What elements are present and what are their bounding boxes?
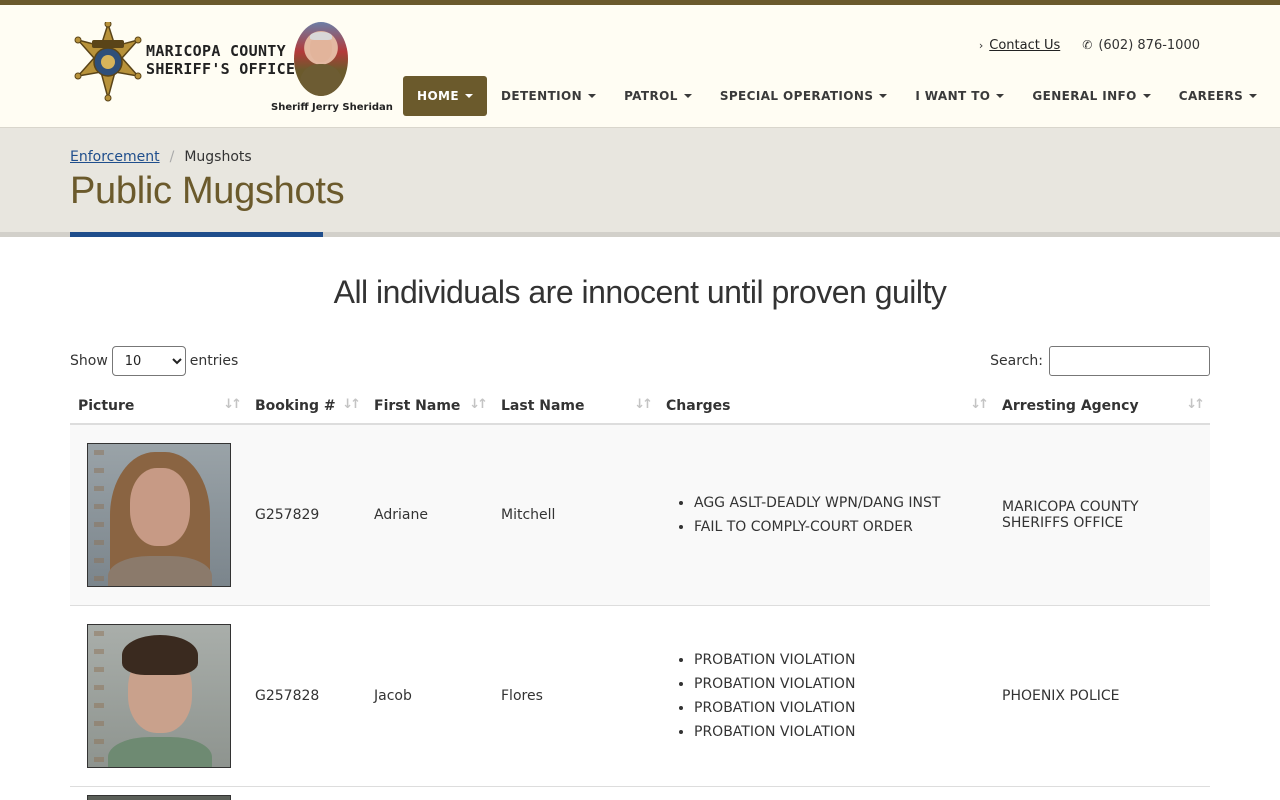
phone-icon: ✆ [1082, 38, 1093, 52]
caret-down-icon [1249, 94, 1258, 98]
sort-icon: ↓↑ [1186, 397, 1205, 412]
col-picture-label: Picture [78, 397, 135, 414]
sheriff-caption: Sheriff Jerry Sheridan [271, 102, 393, 113]
nav-general-info[interactable]: GENERAL INFO [1018, 76, 1164, 116]
caret-down-icon [683, 94, 692, 98]
booking-number: G257828 [247, 605, 366, 787]
breadcrumb-separator: / [169, 149, 175, 165]
search-label: Search: [990, 353, 1043, 369]
sort-icon: ↓↑ [342, 397, 361, 412]
main-navigation: HOME DETENTION PATROL SPECIAL OPERATIONS… [403, 76, 1271, 116]
chevron-right-icon: › [978, 39, 984, 52]
col-booking-label: Booking # [255, 397, 336, 414]
last-name: Flores [493, 605, 658, 787]
col-charges-label: Charges [666, 397, 731, 414]
nav-detention[interactable]: DETENTION [487, 76, 610, 116]
mugshot-photo[interactable] [87, 442, 231, 587]
entries-label: entries [189, 353, 239, 369]
col-booking[interactable]: Booking # ↓↑ [247, 388, 366, 425]
charges-cell: PROBATION VIOLATION PROBATION VIOLATION … [658, 605, 994, 787]
nav-general-info-label: GENERAL INFO [1032, 89, 1137, 103]
col-last-name-label: Last Name [501, 397, 585, 414]
mugshots-table: Picture ↓↑ Booking # ↓↑ First Name ↓↑ Last … [70, 388, 1210, 787]
innocence-notice: All individuals are innocent until prove… [333, 274, 947, 310]
charge-item: PROBATION VIOLATION [694, 648, 986, 672]
nav-home-label: HOME [417, 89, 459, 103]
col-picture[interactable]: Picture ↓↑ [70, 388, 247, 425]
table-row: G257829 Adriane Mitchell AGG ASLT-DEADLY… [70, 424, 1210, 606]
charges-cell: AGG ASLT-DEADLY WPN/DANG INST FAIL TO CO… [658, 424, 994, 606]
picture-cell [70, 424, 247, 606]
page-length-control: Show 10 entries [70, 346, 238, 376]
col-arresting-agency[interactable]: Arresting Agency ↓↑ [994, 388, 1210, 425]
nav-home[interactable]: HOME [403, 76, 487, 116]
contact-link-wrap: › Contact Us [979, 38, 1060, 53]
charge-item: PROBATION VIOLATION [694, 672, 986, 696]
last-name: Mitchell [493, 424, 658, 606]
col-charges[interactable]: Charges ↓↑ [658, 388, 994, 425]
breadcrumb-current: Mugshots [184, 149, 252, 165]
table-header-row: Picture ↓↑ Booking # ↓↑ First Name ↓↑ Last … [70, 388, 1210, 425]
sort-icon: ↓↑ [970, 397, 989, 412]
sheriff-star-badge-icon [74, 22, 142, 102]
first-name: Adriane [366, 424, 493, 606]
caret-down-icon [464, 94, 473, 98]
agency-name-line2: SHERIFF'S OFFICE [146, 60, 296, 78]
sort-icon: ↓↑ [223, 397, 242, 412]
agency-name: MARICOPA COUNTY SHERIFF'S OFFICE [146, 42, 295, 78]
breadcrumb: Enforcement / Mugshots [70, 149, 252, 165]
first-name: Jacob [366, 605, 493, 787]
nav-careers-label: CAREERS [1178, 89, 1244, 103]
charge-item: PROBATION VIOLATION [694, 720, 986, 744]
arresting-agency: PHOENIX POLICE [994, 605, 1210, 787]
nav-patrol[interactable]: PATROL [610, 76, 706, 116]
phone-number[interactable]: (602) 876-1000 [1098, 38, 1200, 53]
search-input[interactable] [1049, 346, 1210, 376]
table-controls: Show 10 entries Search: [70, 346, 1210, 376]
booking-number: G257829 [247, 424, 366, 606]
charges-list: AGG ASLT-DEADLY WPN/DANG INST FAIL TO CO… [666, 491, 986, 539]
nav-careers[interactable]: CAREERS [1165, 76, 1271, 116]
col-first-name-label: First Name [374, 397, 461, 414]
show-label: Show [70, 353, 108, 369]
utility-links: › Contact Us ✆ (602) 876-1000 [979, 38, 1200, 53]
col-first-name[interactable]: First Name ↓↑ [366, 388, 493, 425]
charge-item: AGG ASLT-DEADLY WPN/DANG INST [694, 491, 986, 515]
nav-special-operations-label: SPECIAL OPERATIONS [719, 89, 874, 103]
sort-icon: ↓↑ [469, 397, 488, 412]
table-row: G257828 Jacob Flores PROBATION VIOLATION… [70, 605, 1210, 787]
caret-down-icon [879, 94, 888, 98]
arresting-agency: MARICOPA COUNTY SHERIFFS OFFICE [994, 424, 1210, 606]
table-search: Search: [990, 346, 1210, 376]
sort-icon: ↓↑ [634, 397, 653, 412]
nav-i-want-to[interactable]: I WANT TO [901, 76, 1018, 116]
phone-wrap: ✆ (602) 876-1000 [1082, 38, 1200, 53]
contact-us-link[interactable]: Contact Us [989, 38, 1060, 53]
nav-i-want-to-label: I WANT TO [915, 89, 991, 103]
site-logo[interactable]: MARICOPA COUNTY SHERIFF'S OFFICE Sheriff… [72, 20, 393, 120]
title-accent-underline [70, 232, 323, 237]
agency-name-line1: MARICOPA COUNTY [146, 42, 286, 60]
charge-item: PROBATION VIOLATION [694, 696, 986, 720]
entries-select[interactable]: 10 [111, 346, 186, 376]
breadcrumb-enforcement[interactable]: Enforcement [70, 149, 160, 165]
nav-detention-label: DETENTION [500, 89, 583, 103]
mugshot-photo[interactable] [87, 623, 231, 768]
sheriff-portrait [294, 22, 348, 96]
page-title: Public Mugshots [70, 170, 345, 212]
charge-item: FAIL TO COMPLY-COURT ORDER [694, 515, 986, 539]
mugshot-photo-partial[interactable] [87, 795, 231, 800]
nav-patrol-label: PATROL [624, 89, 678, 103]
caret-down-icon [1142, 94, 1151, 98]
col-last-name[interactable]: Last Name ↓↑ [493, 388, 658, 425]
site-header: MARICOPA COUNTY SHERIFF'S OFFICE Sheriff… [0, 5, 1280, 128]
caret-down-icon [996, 94, 1005, 98]
nav-special-operations[interactable]: SPECIAL OPERATIONS [706, 76, 902, 116]
caret-down-icon [588, 94, 597, 98]
charges-list: PROBATION VIOLATION PROBATION VIOLATION … [666, 648, 986, 744]
picture-cell [70, 605, 247, 787]
col-agency-label: Arresting Agency [1002, 397, 1139, 414]
